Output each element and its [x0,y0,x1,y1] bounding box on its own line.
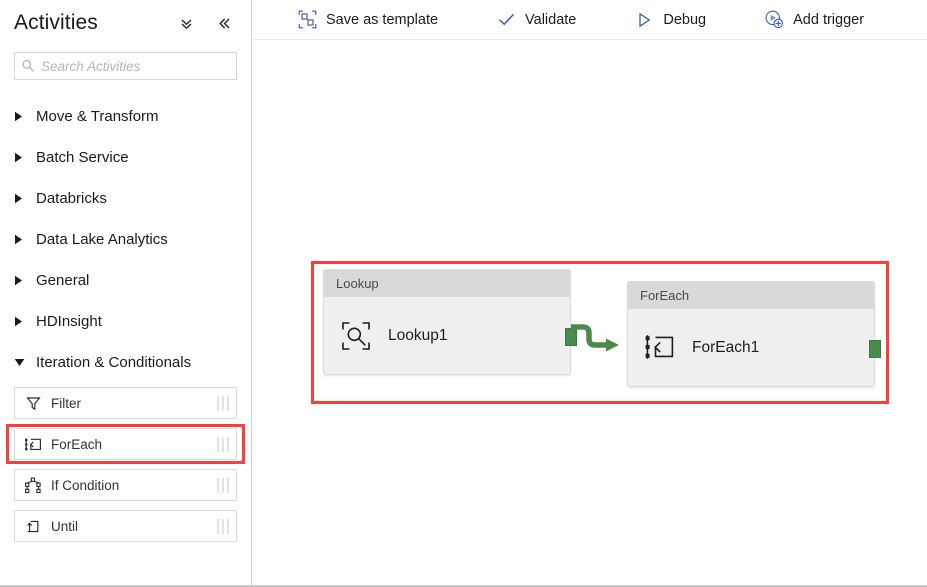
activity-item-if-condition[interactable]: If Condition [14,469,237,501]
node-body: ForEach1 [628,309,874,386]
category-iteration-conditionals[interactable]: Iteration & Conditionals [0,342,251,383]
adf-pipeline-editor: Activities Search Activities Move & Tran… [0,0,927,587]
if-condition-branch-icon [15,477,51,494]
category-label: HDInsight [36,313,102,330]
save-as-template-button[interactable]: Save as template [285,0,450,40]
pipeline-canvas[interactable]: Lookup Lookup1 ForEach ForEach1 [253,41,927,583]
drag-handle-icon[interactable] [210,477,236,493]
editor-toolbar: Save as template Validate Debug Add trig… [253,0,927,40]
activity-item-filter[interactable]: Filter [14,387,237,419]
drag-handle-icon[interactable] [210,436,236,452]
lookup-magnifier-icon [340,320,372,352]
chevron-down-icon [14,358,36,367]
node-type-label: ForEach [640,288,690,303]
category-label: Data Lake Analytics [36,231,168,248]
node-body: Lookup1 [324,297,570,374]
category-label: Iteration & Conditionals [36,354,192,371]
toolbar-label: Debug [663,11,707,28]
foreach-loop-icon [15,436,51,453]
category-label: Databricks [36,190,107,207]
filter-funnel-icon [15,395,51,412]
double-chevron-left-icon[interactable] [211,10,237,36]
search-input[interactable] [41,58,236,74]
toolbar-label: Save as template [326,11,439,28]
add-trigger-icon [764,10,784,30]
double-chevron-down-icon[interactable] [173,10,199,36]
activity-label: Filter [51,395,81,411]
category-databricks[interactable]: Databricks [0,178,251,219]
activity-item-filter-wrap: Filter [0,387,251,428]
chevron-right-icon [14,111,36,122]
sidebar-header: Activities [0,0,251,46]
node-name-label: Lookup1 [388,326,448,344]
checkmark-icon [496,10,516,30]
activity-item-foreach-wrap: ForEach [0,424,251,469]
drag-handle-icon[interactable] [210,395,236,411]
activity-label: Until [51,518,79,534]
chevron-right-icon [14,234,36,245]
node-name-label: ForEach1 [692,338,760,356]
add-trigger-button[interactable]: Add trigger [752,0,876,40]
toolbar-label: Validate [525,11,577,28]
canvas-node-foreach1[interactable]: ForEach ForEach1 [627,281,881,387]
foreach-loop-icon [644,332,676,364]
save-as-template-icon [297,10,317,30]
category-label: Batch Service [36,149,129,166]
activity-label: ForEach [51,436,103,452]
category-general[interactable]: General [0,260,251,301]
search-icon [15,59,41,73]
activity-label: If Condition [51,477,120,493]
drag-handle-icon[interactable] [210,518,236,534]
category-hdinsight[interactable]: HDInsight [0,301,251,342]
category-batch-service[interactable]: Batch Service [0,137,251,178]
node-type-label: Lookup [336,276,379,291]
category-move-transform[interactable]: Move & Transform [0,96,251,137]
node-header: Lookup [324,270,570,297]
until-loop-icon [15,518,51,535]
activity-item-until-wrap: Until [0,510,251,551]
toolbar-label: Add trigger [793,11,865,28]
chevron-right-icon [14,316,36,327]
activities-sidebar: Activities Search Activities Move & Tran… [0,0,252,585]
node-header: ForEach [628,282,874,309]
activity-item-if-condition-wrap: If Condition [0,469,251,510]
connector-lookup1-to-foreach1 [571,324,619,352]
validate-button[interactable]: Validate [484,0,588,40]
page-title: Activities [14,11,98,34]
activity-item-until[interactable]: Until [14,510,237,542]
chevron-right-icon [14,193,36,204]
node-output-connector-foreach1[interactable] [869,340,881,358]
category-list: Move & Transform Batch Service Databrick… [0,96,251,383]
category-label: Move & Transform [36,108,159,125]
activity-item-foreach[interactable]: ForEach [14,428,237,460]
canvas-node-lookup1[interactable]: Lookup Lookup1 [323,269,577,375]
chevron-right-icon [14,152,36,163]
search-box[interactable] [14,52,237,80]
play-triangle-icon [634,10,654,30]
category-data-lake-analytics[interactable]: Data Lake Analytics [0,219,251,260]
activity-list: Filter ForEach If Condition Until [0,387,251,551]
debug-button[interactable]: Debug [622,0,718,40]
category-label: General [36,272,90,289]
chevron-right-icon [14,275,36,286]
